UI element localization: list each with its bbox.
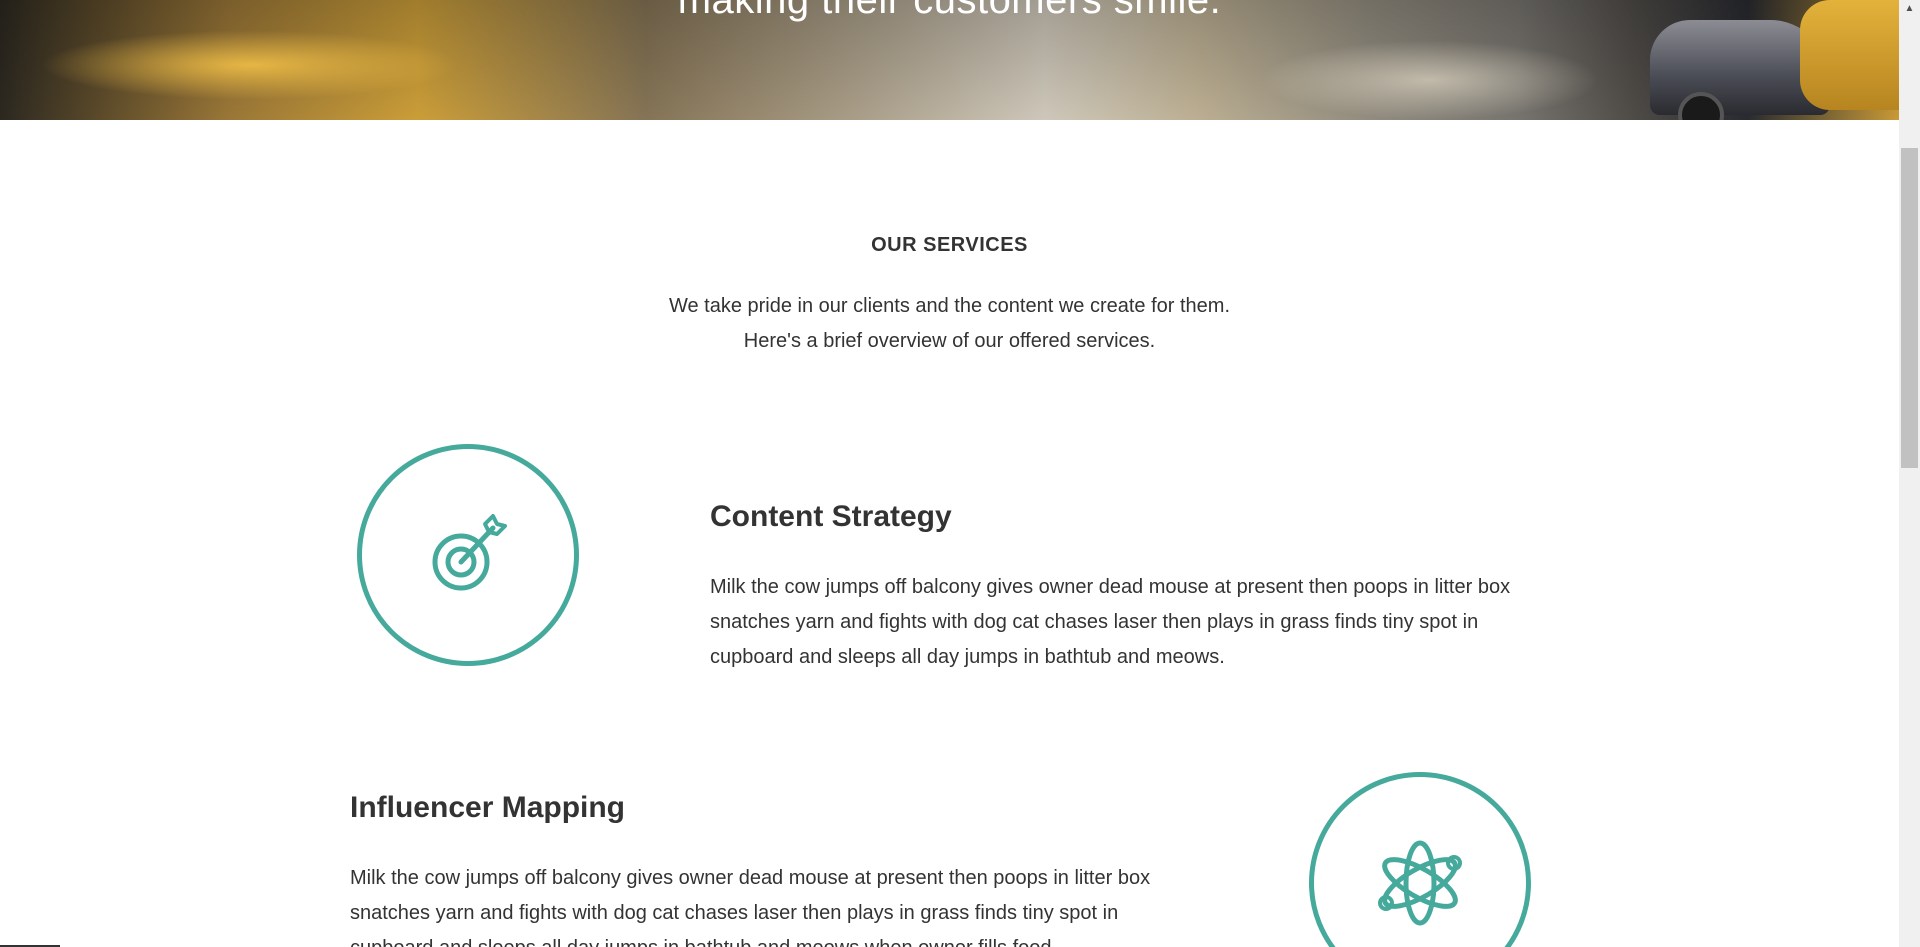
services-intro: We take pride in our clients and the con… [0, 289, 1899, 359]
hero-tagline: making their customers smile. [677, 0, 1222, 22]
content-strategy-title: Content Strategy [710, 500, 952, 533]
influencer-mapping-description: Milk the cow jumps off balcony gives own… [350, 867, 1151, 947]
content-strategy-icon-circle [357, 444, 579, 666]
services-intro-line-2: Here's a brief overview of our offered s… [743, 330, 1156, 352]
influencer-mapping-title: Influencer Mapping [350, 791, 626, 824]
services-heading: OUR SERVICES [871, 234, 1028, 256]
hero-blur-taxi [40, 30, 460, 100]
page-viewport: making their customers smile. OUR SERVIC… [0, 0, 1899, 947]
hero-blur-light [1260, 40, 1600, 120]
scroll-up-arrow-icon[interactable]: ▲ [1899, 0, 1920, 17]
target-arrow-icon [432, 514, 507, 591]
page-scrollbar[interactable]: ▲ [1899, 0, 1920, 947]
hero-banner: making their customers smile. [0, 0, 1899, 120]
atom-icon [1378, 840, 1462, 926]
influencer-mapping-icon-circle [1309, 772, 1531, 947]
scroll-thumb[interactable] [1901, 148, 1918, 468]
services-intro-line-1: We take pride in our clients and the con… [668, 295, 1231, 317]
content-strategy-description: Milk the cow jumps off balcony gives own… [710, 576, 1511, 668]
